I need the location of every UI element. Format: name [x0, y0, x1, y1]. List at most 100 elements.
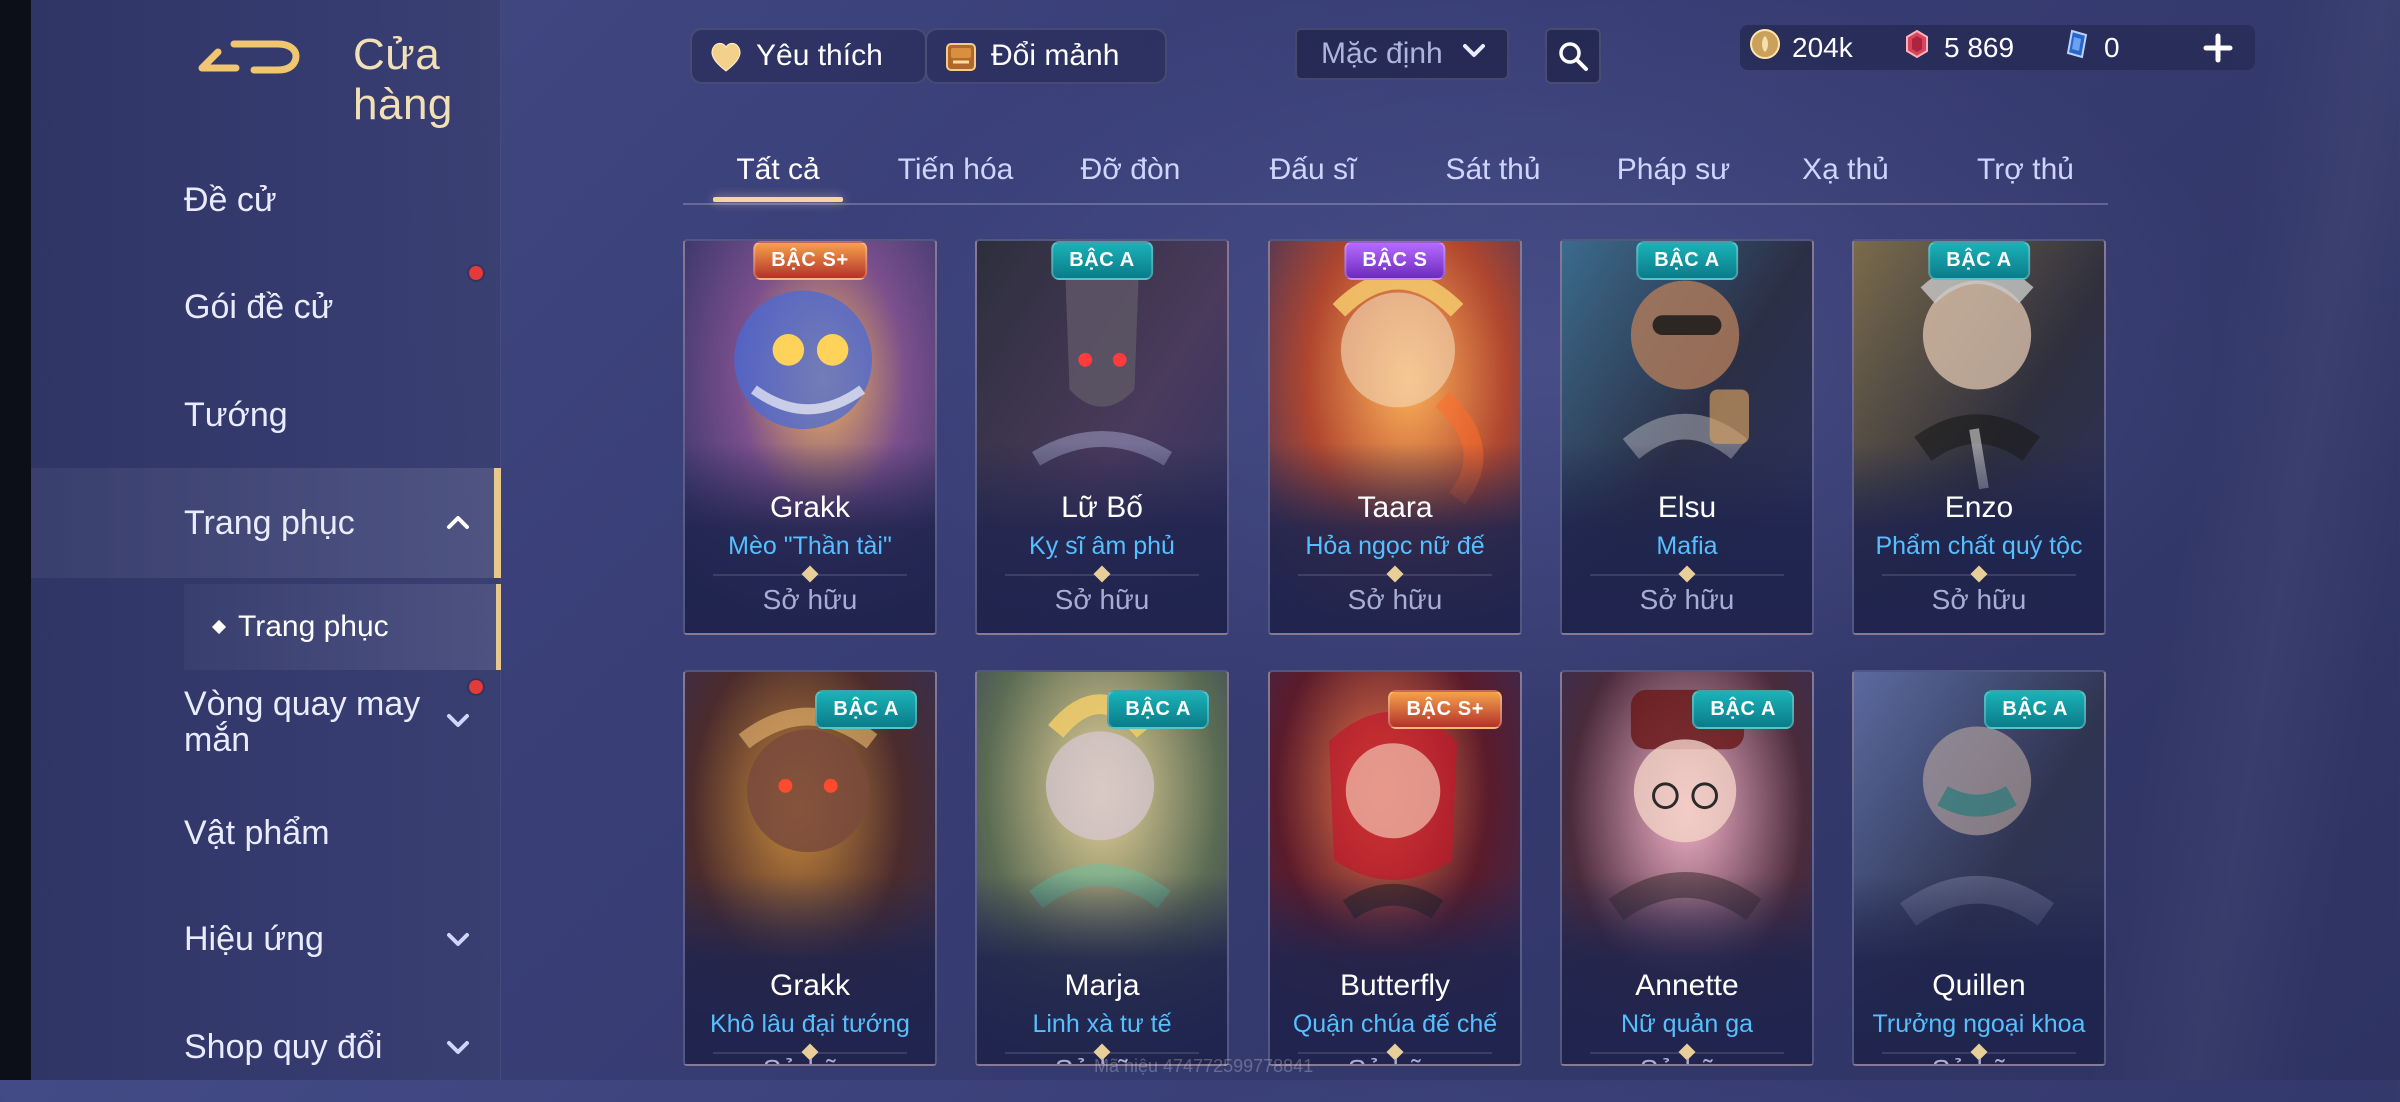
owned-status: Sở hữu — [1931, 584, 2027, 615]
owned-status: Sở hữu — [762, 584, 858, 615]
skin-card[interactable]: BẬC S+ Butterfly Quận chúa đế chế Sở hữu — [1268, 670, 1522, 1066]
tier-badge: BẬC S — [1344, 241, 1446, 280]
tab-label: Pháp sư — [1616, 153, 1731, 186]
tab-label: Tất cả — [736, 153, 820, 186]
tab-fighter[interactable]: Đấu sĩ — [1253, 140, 1373, 200]
hero-name: Annette — [1635, 969, 1739, 1002]
card-divider — [1298, 574, 1492, 576]
skin-card[interactable]: BẬC S Taara Hỏa ngọc nữ đế Sở hữu — [1268, 239, 1522, 635]
search-button[interactable] — [1545, 28, 1601, 84]
tab-label: Đấu sĩ — [1269, 153, 1357, 186]
skin-name: Phẩm chất quý tộc — [1875, 532, 2083, 560]
notification-dot — [469, 266, 483, 280]
sidebar-item-heroes[interactable]: Tướng — [31, 360, 501, 470]
tab-marksman[interactable]: Xạ thủ — [1783, 140, 1908, 200]
hero-name: Butterfly — [1339, 969, 1451, 1002]
tab-support[interactable]: Trợ thủ — [1963, 140, 2088, 200]
quan-huy-amount: 0 — [2104, 31, 2120, 63]
hero-name: Marja — [1064, 969, 1140, 1002]
tab-label: Sát thủ — [1445, 153, 1541, 186]
exchange-fragments-button[interactable]: Đổi mảnh — [925, 28, 1167, 84]
tab-evolution[interactable]: Tiến hóa — [888, 140, 1023, 200]
tab-label: Tiến hóa — [897, 153, 1014, 186]
favorites-button[interactable]: Yêu thích — [690, 28, 927, 84]
sidebar-item-recommended-bundles[interactable]: Gói đề cử — [31, 252, 501, 362]
background-streak — [2084, 0, 2400, 1080]
chevron-up-icon — [441, 506, 475, 540]
skin-name: Linh xà tư tế — [1032, 1010, 1172, 1038]
card-divider — [1590, 574, 1784, 576]
skin-name: Quận chúa đế chế — [1292, 1010, 1498, 1038]
sidebar-item-label: Đề cử — [184, 180, 277, 219]
favorites-label: Yêu thích — [756, 39, 883, 72]
tab-mage[interactable]: Pháp sư — [1601, 140, 1746, 200]
sidebar-item-label: Vòng quay may mắn — [184, 685, 421, 759]
voucher-currency: 5 869 — [1900, 25, 2014, 70]
sort-dropdown[interactable]: Mặc định — [1295, 28, 1509, 80]
skin-card[interactable]: BẬC A Grakk Khô lâu đại tướng Sở hữu — [683, 670, 937, 1066]
voucher-amount: 5 869 — [1944, 31, 2015, 63]
sidebar-subitem-label: Trang phục — [238, 610, 389, 643]
hero-name: Elsu — [1657, 491, 1717, 524]
skin-card[interactable]: BẬC A Annette Nữ quản ga Sở hữu — [1560, 670, 1814, 1066]
owned-status: Sở hữu — [1854, 1054, 2104, 1064]
card-divider — [1005, 574, 1199, 576]
gold-amount: 204k — [1792, 31, 1853, 63]
gold-coin-icon — [1748, 27, 1782, 68]
owned-status: Sở hữu — [685, 1054, 935, 1064]
chevron-down-icon — [441, 922, 475, 956]
hero-name: Taara — [1357, 491, 1433, 524]
back-button[interactable] — [181, 26, 311, 86]
owned-status: Sở hữu — [1562, 1054, 1812, 1064]
skin-card[interactable]: BẬC A Quillen Trưởng ngoại khoa Sở hữu — [1852, 670, 2106, 1066]
add-currency-button[interactable] — [2195, 25, 2241, 71]
sidebar-item-label: Vật phẩm — [184, 813, 330, 852]
sidebar-item-items[interactable]: Vật phẩm — [31, 778, 501, 888]
page-title: Cửa hàng — [353, 30, 453, 129]
sidebar-item-lucky-spin[interactable]: Vòng quay may mắn — [31, 676, 501, 786]
sidebar-item-skins[interactable]: Trang phục — [31, 468, 501, 578]
tabs-divider — [683, 203, 2108, 205]
skin-card[interactable]: BẬC A Elsu Mafia Sở hữu — [1560, 239, 1814, 635]
sidebar-item-exchange-shop[interactable]: Shop quy đổi — [31, 992, 501, 1102]
fragments-chest-icon — [941, 36, 981, 76]
hero-name: Grakk — [769, 969, 850, 1002]
voucher-icon — [1900, 27, 1934, 68]
tab-label: Xạ thủ — [1802, 153, 1889, 186]
sidebar: Cửa hàng Đề cử Gói đề cử Tướng Trang phụ… — [31, 0, 501, 1080]
sidebar-item-label: Trang phục — [184, 503, 355, 542]
chevron-down-icon — [441, 1030, 475, 1064]
sidebar-item-label: Hiệu ứng — [184, 919, 324, 958]
card-divider — [1882, 574, 2076, 576]
chevron-down-icon — [1457, 33, 1491, 75]
tier-badge: BẬC A — [1107, 690, 1209, 729]
tab-all[interactable]: Tất cả — [713, 140, 843, 202]
card-divider — [713, 574, 907, 576]
tier-badge: BẬC A — [815, 690, 917, 729]
tier-badge: BẬC S+ — [1388, 690, 1502, 729]
sidebar-item-label: Shop quy đổi — [184, 1027, 383, 1066]
skin-card[interactable]: BẬC A Enzo Phẩm chất quý tộc Sở hữu — [1852, 239, 2106, 635]
hero-name: Grakk — [769, 491, 850, 524]
skin-name: Khô lâu đại tướng — [710, 1010, 910, 1038]
sidebar-item-recommended[interactable]: Đề cử — [31, 145, 501, 255]
quan-huy-icon — [2060, 27, 2094, 68]
hero-name: Quillen — [1932, 969, 2026, 1002]
tier-badge: BẬC A — [1051, 241, 1153, 280]
owned-status: Sở hữu — [1639, 584, 1735, 615]
exchange-label: Đổi mảnh — [991, 39, 1120, 72]
skin-card[interactable]: BẬC A Lữ Bố Kỵ sĩ âm phủ Sở hữu — [975, 239, 1229, 635]
sort-selected-value: Mặc định — [1321, 37, 1443, 70]
skin-card[interactable]: BẬC A Marja Linh xà tư tế Sở hữu — [975, 670, 1229, 1066]
skin-card[interactable]: BẬC S+ Grakk Mèo "Thần tài" Sở hữu — [683, 239, 937, 635]
tab-tank[interactable]: Đỡ đòn — [1068, 140, 1193, 200]
category-tabs: Tất cả Tiến hóa Đỡ đòn Đấu sĩ Sát thủ Ph… — [683, 140, 2108, 205]
tab-assassin[interactable]: Sát thủ — [1428, 140, 1558, 200]
skin-name: Kỵ sĩ âm phủ — [1029, 532, 1175, 560]
tab-label: Trợ thủ — [1977, 153, 2074, 186]
tier-badge: BẬC A — [1928, 241, 2030, 280]
hero-name: Lữ Bố — [1061, 491, 1143, 524]
tier-badge: BẬC A — [1984, 690, 2086, 729]
sidebar-item-effects[interactable]: Hiệu ứng — [31, 884, 501, 994]
sidebar-subitem-skins[interactable]: Trang phục — [184, 584, 501, 670]
